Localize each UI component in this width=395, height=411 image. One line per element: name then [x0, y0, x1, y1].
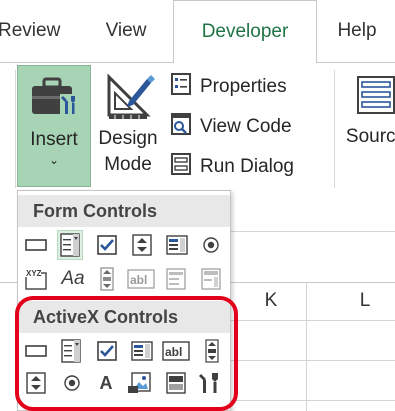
- activex-list-box-icon[interactable]: [130, 339, 154, 363]
- view-code-label: View Code: [200, 116, 292, 137]
- design-mode-label-line2: Mode: [104, 154, 152, 175]
- activex-label-icon[interactable]: A: [94, 371, 118, 395]
- properties-button[interactable]: Properties: [170, 69, 330, 105]
- sheet-row-line: [228, 360, 395, 361]
- source-button[interactable]: Source: [346, 65, 395, 187]
- form-combo-box-icon[interactable]: [57, 230, 83, 260]
- activex-scroll-bar-icon[interactable]: [200, 339, 224, 363]
- column-header-k[interactable]: K: [236, 282, 306, 320]
- design-mode-label-line1: Design: [98, 128, 158, 149]
- form-check-box-icon[interactable]: [95, 233, 119, 257]
- activex-toggle-button-icon[interactable]: [164, 371, 188, 395]
- run-dialog-button[interactable]: Run Dialog: [170, 149, 330, 185]
- form-controls-header: Form Controls: [18, 195, 230, 227]
- activex-option-button-icon[interactable]: [60, 371, 84, 395]
- form-combo-list-edit-icon[interactable]: [164, 267, 188, 291]
- activex-command-button-icon[interactable]: [24, 339, 48, 363]
- form-scroll-bar-icon[interactable]: [95, 267, 119, 291]
- design-mode-icon: [101, 71, 155, 126]
- activex-spin-button-icon[interactable]: [24, 371, 48, 395]
- form-option-button-icon[interactable]: [199, 233, 223, 257]
- insert-button[interactable]: Insert ⌄: [17, 65, 91, 187]
- insert-label: Insert: [30, 129, 78, 150]
- activex-text-box-icon[interactable]: abl: [161, 339, 191, 363]
- activex-check-box-icon[interactable]: [95, 339, 119, 363]
- form-combo-drop-down-edit-icon[interactable]: [199, 267, 223, 291]
- form-button-control-icon[interactable]: [24, 233, 48, 257]
- form-text-field-icon[interactable]: abl: [126, 267, 156, 291]
- source-label: Source: [345, 126, 395, 147]
- activex-more-controls-icon[interactable]: [198, 371, 222, 395]
- activex-text-box-glyph: abl: [165, 345, 182, 359]
- ribbon-divider: [334, 70, 335, 188]
- tab-view[interactable]: View: [90, 0, 162, 62]
- run-dialog-label: Run Dialog: [200, 156, 294, 177]
- sheet-row-line: [228, 231, 395, 232]
- toolbox-icon: [30, 74, 78, 125]
- form-group-box-icon[interactable]: XYZ: [24, 267, 48, 291]
- source-icon: [354, 73, 395, 122]
- form-text-field-glyph: abl: [130, 273, 147, 287]
- activex-combo-box-icon[interactable]: [59, 337, 83, 365]
- activex-controls-header: ActiveX Controls: [18, 301, 230, 333]
- tab-help[interactable]: Help: [322, 0, 392, 62]
- run-dialog-icon: [170, 152, 192, 182]
- svg-text:XYZ: XYZ: [26, 269, 42, 278]
- form-label-icon[interactable]: Aa: [59, 267, 87, 291]
- activex-image-icon[interactable]: [128, 371, 152, 395]
- column-header-l[interactable]: L: [330, 282, 395, 320]
- column-header-bottom-border: [228, 320, 395, 321]
- ribbon-divider: [15, 70, 16, 188]
- design-mode-button[interactable]: Design Mode: [92, 65, 164, 187]
- insert-controls-dropdown: Form Controls XYZ Aa abl ActiveX Control…: [17, 190, 231, 411]
- sheet-row-line: [228, 400, 395, 401]
- tab-review[interactable]: Review: [0, 0, 78, 62]
- sheet-column-line: [306, 282, 307, 411]
- view-code-button[interactable]: View Code: [170, 109, 330, 145]
- properties-icon: [170, 72, 192, 102]
- form-spin-button-icon[interactable]: [130, 233, 154, 257]
- view-code-icon: [170, 112, 192, 142]
- chevron-down-icon: ⌄: [48, 153, 60, 167]
- form-list-box-icon[interactable]: [165, 233, 189, 257]
- properties-label: Properties: [200, 76, 287, 97]
- tab-developer[interactable]: Developer: [173, 0, 317, 63]
